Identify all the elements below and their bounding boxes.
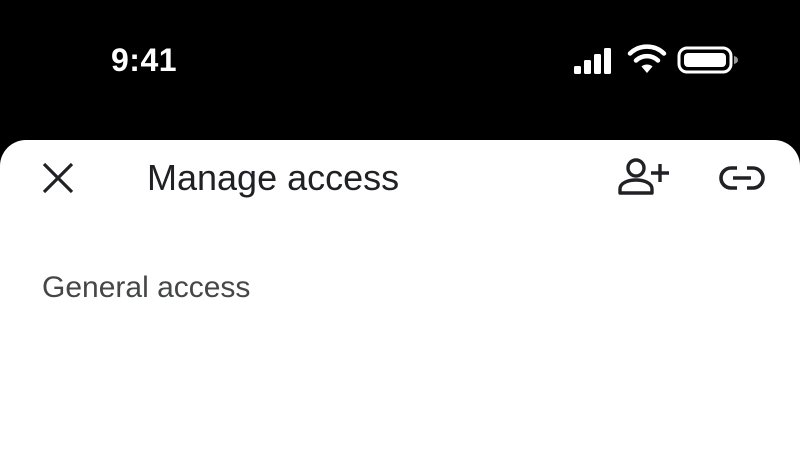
close-button[interactable] [36,156,80,200]
add-people-button[interactable] [616,154,674,202]
close-icon [42,162,74,194]
add-person-icon [618,158,669,195]
status-bar: 9:41 [0,0,800,140]
sheet-toolbar: Manage access [0,150,800,206]
general-access-heading: General access [42,271,251,304]
cellular-signal-icon [574,48,611,74]
page-title: Manage access [147,157,400,198]
link-icon [719,166,765,190]
manage-access-screen: 9:41 Manage access General access [0,0,800,450]
copy-link-button[interactable] [716,156,768,200]
status-time: 9:41 [111,42,178,78]
wifi-icon [627,44,667,73]
status-icons [572,44,742,78]
battery-icon [677,46,738,74]
